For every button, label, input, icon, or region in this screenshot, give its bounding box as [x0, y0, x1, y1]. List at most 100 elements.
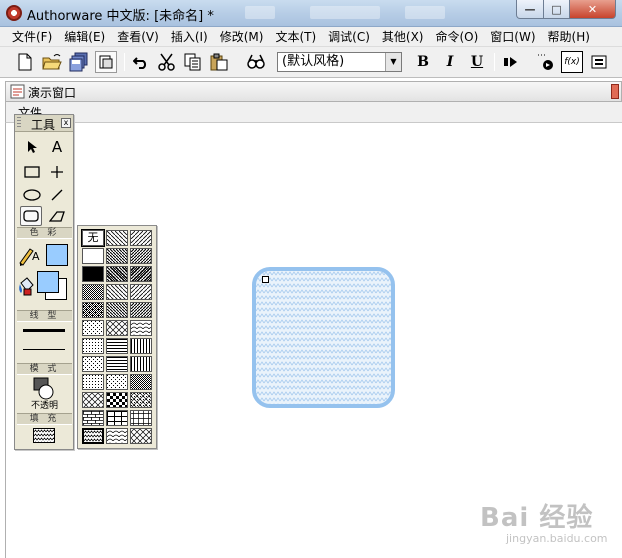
bold-button[interactable]: B [412, 51, 434, 73]
menu-insert[interactable]: 插入(I) [165, 28, 214, 45]
fill-pattern-swatch[interactable] [106, 356, 128, 372]
presentation-close-button[interactable] [611, 84, 619, 99]
fill-pattern-swatch[interactable] [106, 428, 128, 444]
tools-panel-header[interactable]: 工具 x [15, 115, 73, 132]
presentation-window-icon [10, 84, 25, 99]
fill-pattern-swatch[interactable] [130, 266, 152, 282]
foreground-color-swatch[interactable] [37, 271, 59, 293]
menu-modify[interactable]: 修改(M) [214, 28, 270, 45]
fill-pattern-swatch[interactable] [106, 374, 128, 390]
menu-edit[interactable]: 编辑(E) [58, 28, 111, 45]
pen-color-button[interactable]: A [18, 244, 44, 268]
chevron-down-icon[interactable]: ▼ [385, 53, 401, 71]
authorware-app-icon[interactable] [6, 5, 22, 21]
rounded-rectangle-tool[interactable] [20, 206, 42, 226]
pointer-tool[interactable] [21, 137, 43, 157]
diagonal-line-tool[interactable] [46, 185, 68, 205]
menu-view[interactable]: 查看(V) [111, 28, 165, 45]
copy-icon[interactable] [182, 51, 204, 73]
fill-pattern-swatch[interactable] [82, 356, 104, 372]
menu-debug[interactable]: 调试(C) [322, 28, 376, 45]
fill-pattern-swatch[interactable] [130, 428, 152, 444]
fill-none-swatch[interactable]: 无 [81, 229, 105, 247]
fill-pattern-swatch[interactable] [130, 248, 152, 264]
menu-other[interactable]: 其他(X) [376, 28, 430, 45]
fill-pattern-swatch[interactable] [106, 248, 128, 264]
underline-button[interactable]: U [466, 51, 488, 73]
current-color-swatch[interactable] [46, 244, 68, 266]
function-icon[interactable]: f(x) [561, 51, 583, 73]
close-button[interactable]: ✕ [569, 0, 616, 19]
fill-pattern-swatch[interactable] [130, 410, 152, 426]
current-fill-pattern[interactable] [33, 428, 55, 443]
control-panel-icon[interactable] [534, 51, 556, 73]
fill-pattern-swatch[interactable] [130, 230, 152, 246]
fill-wave-swatch[interactable] [82, 428, 104, 444]
save-all-icon[interactable] [68, 51, 90, 73]
menu-help[interactable]: 帮助(H) [542, 28, 596, 45]
fill-pattern-swatch[interactable] [82, 392, 104, 408]
watermark-url: jingyan.baidu.com [506, 532, 608, 545]
fill-pattern-swatch[interactable] [106, 392, 128, 408]
text-tool[interactable]: A [46, 137, 68, 157]
arrow-pointer-icon [28, 141, 37, 153]
ellipse-tool[interactable] [21, 185, 43, 205]
fill-pattern-swatch[interactable] [130, 392, 152, 408]
straight-line-tool[interactable] [46, 162, 68, 182]
fill-pattern-swatch[interactable] [130, 356, 152, 372]
menu-text[interactable]: 文本(T) [269, 28, 322, 45]
polygon-tool[interactable] [46, 206, 68, 226]
fill-bucket-button[interactable] [17, 275, 37, 297]
fill-pattern-swatch[interactable] [130, 374, 152, 390]
mode-section-label: 模 式 [17, 363, 72, 375]
rounded-rectangle-icon [23, 210, 39, 222]
toolbar-separator [494, 53, 495, 71]
fill-pattern-swatch[interactable] [130, 284, 152, 300]
fill-pattern-swatch[interactable] [82, 320, 104, 336]
style-dropdown[interactable]: (默认风格) ▼ [277, 52, 402, 72]
fill-pattern-swatch[interactable] [82, 374, 104, 390]
wave-pattern-fill [256, 271, 391, 404]
italic-button[interactable]: I [439, 51, 461, 73]
fill-pattern-swatch[interactable] [106, 302, 128, 318]
variable-icon[interactable] [588, 51, 610, 73]
new-icon[interactable] [14, 51, 36, 73]
mode-value: 不透明 [30, 401, 58, 411]
fill-pattern-swatch[interactable] [130, 320, 152, 336]
minimize-button[interactable]: — [516, 0, 544, 19]
fill-pattern-swatch[interactable] [106, 266, 128, 282]
line-style-thin[interactable] [23, 349, 65, 350]
fill-pattern-swatch[interactable] [130, 338, 152, 354]
maximize-button[interactable]: □ [543, 0, 570, 19]
selection-handle[interactable] [262, 276, 269, 283]
rectangle-tool[interactable] [21, 162, 43, 182]
fill-pattern-swatch[interactable] [130, 302, 152, 318]
fill-pattern-swatch[interactable] [106, 230, 128, 246]
fill-pattern-swatch[interactable] [106, 338, 128, 354]
tools-panel-close-button[interactable]: x [61, 118, 71, 128]
find-icon[interactable] [245, 51, 267, 73]
grip-icon[interactable] [17, 117, 21, 129]
menu-file[interactable]: 文件(F) [6, 28, 58, 45]
fill-pattern-swatch[interactable] [106, 320, 128, 336]
menu-window[interactable]: 窗口(W) [484, 28, 541, 45]
fill-pattern-swatch[interactable] [106, 284, 128, 300]
fill-pattern-swatch[interactable] [106, 410, 128, 426]
fill-pattern-swatch[interactable] [82, 338, 104, 354]
fill-black-swatch[interactable] [82, 266, 104, 282]
fill-pattern-swatch[interactable] [82, 410, 104, 426]
fill-white-swatch[interactable] [82, 248, 104, 264]
toolbar-separator [124, 53, 125, 71]
paste-icon[interactable] [208, 51, 230, 73]
tools-panel: 工具 x A 色 彩 A 线 型 模 式 不透明 填 充 [14, 114, 74, 450]
line-style-thick[interactable] [23, 329, 65, 332]
cut-icon[interactable] [156, 51, 178, 73]
fill-pattern-swatch[interactable] [82, 302, 104, 318]
menu-commands[interactable]: 命令(O) [429, 28, 484, 45]
undo-icon[interactable] [130, 51, 152, 73]
fill-pattern-swatch[interactable] [82, 284, 104, 300]
open-icon[interactable] [41, 51, 63, 73]
run-icon[interactable] [500, 51, 522, 73]
import-icon[interactable] [95, 51, 117, 73]
rounded-rectangle-shape[interactable] [252, 267, 395, 408]
